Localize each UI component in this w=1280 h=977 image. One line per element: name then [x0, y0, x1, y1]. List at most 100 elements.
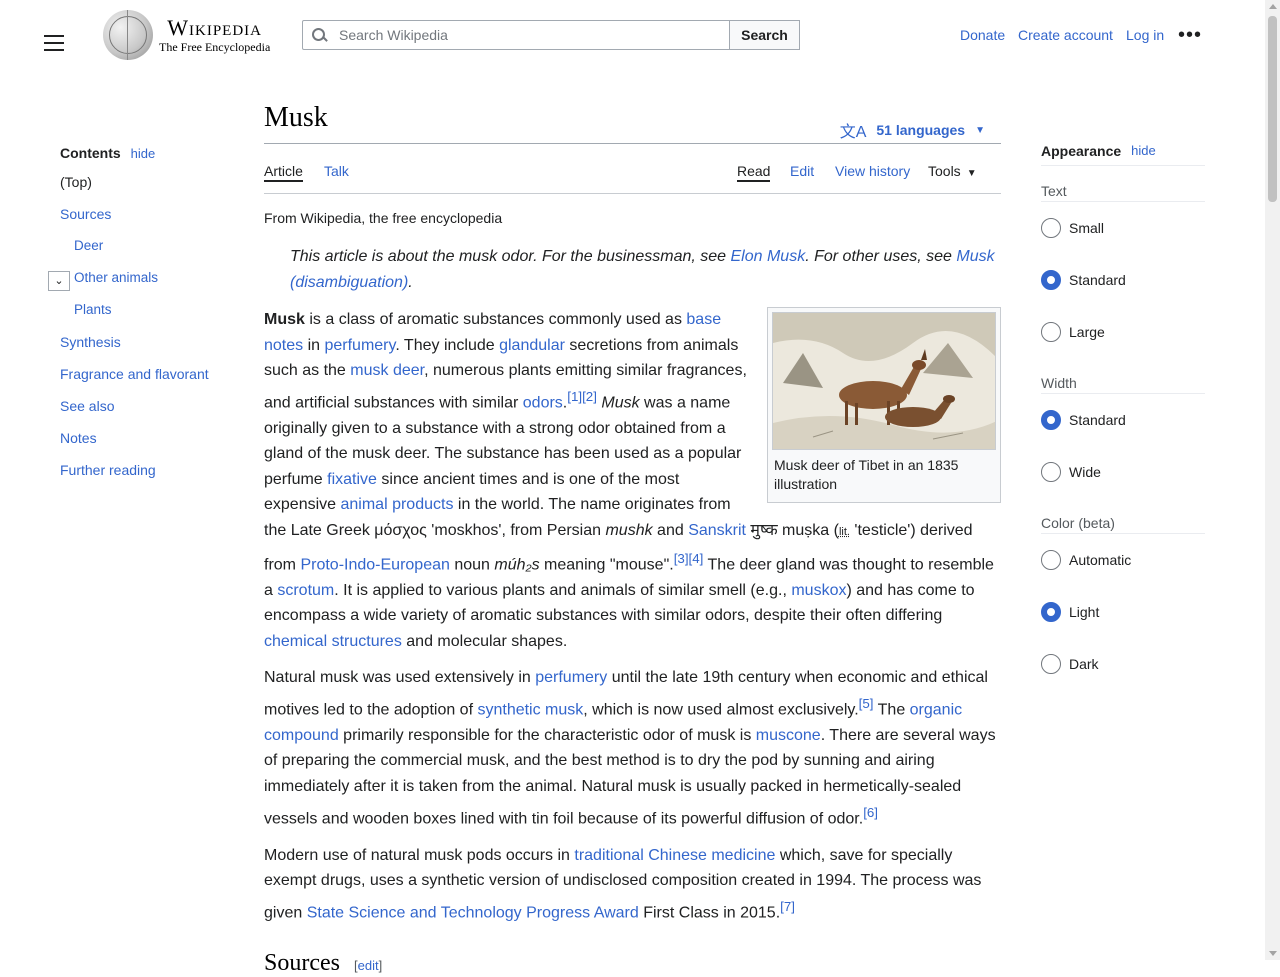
- page-scrollbar[interactable]: [1265, 0, 1280, 960]
- toc-title: Contents: [60, 145, 121, 161]
- appearance-title: Appearance: [1041, 142, 1122, 159]
- link-musk-deer[interactable]: musk deer: [350, 362, 424, 379]
- tab-talk[interactable]: Talk: [324, 160, 349, 182]
- appearance-hide-button[interactable]: hide: [1131, 143, 1171, 158]
- radio-selected-icon[interactable]: [1041, 602, 1061, 622]
- option-label: Large: [1069, 324, 1105, 340]
- link-traditional-chinese-medicine[interactable]: traditional Chinese medicine: [574, 847, 775, 864]
- text: 'testicle'): [849, 522, 916, 540]
- search-input[interactable]: [333, 22, 713, 48]
- link-chemical-structures[interactable]: chemical structures: [264, 633, 402, 650]
- create-account-link[interactable]: Create account: [1018, 26, 1113, 44]
- color-section: Color (beta): [1041, 512, 1205, 534]
- citation-2[interactable]: [2]: [582, 389, 597, 404]
- hatnote: This article is about the musk odor. For…: [290, 244, 1001, 296]
- appearance-panel: Appearance hide Text Small Standard Larg…: [1041, 140, 1205, 690]
- radio-icon[interactable]: [1041, 550, 1061, 570]
- toc-item-synthesis[interactable]: Synthesis: [60, 326, 224, 358]
- main-menu-button[interactable]: [40, 30, 68, 58]
- text-size-standard[interactable]: Standard: [1041, 254, 1205, 306]
- text: Modern use of natural musk pods occurs i…: [264, 846, 575, 864]
- toc-header: Contents hide: [60, 140, 224, 166]
- italic-term: mushk: [605, 522, 653, 540]
- text: Natural musk was used extensively in: [264, 669, 536, 687]
- tab-view-history[interactable]: View history: [835, 160, 910, 182]
- text: . It is applied to various plants and an…: [334, 581, 792, 599]
- option-label: Standard: [1069, 412, 1126, 428]
- toc-item-plants[interactable]: Plants: [60, 294, 224, 326]
- citation-3[interactable]: [3]: [674, 551, 689, 566]
- toc-item-other-animals[interactable]: Other animals: [60, 262, 224, 294]
- link-perfumery-2[interactable]: perfumery: [535, 669, 607, 686]
- wordmark-title: Wikipedia: [167, 15, 263, 40]
- menu-icon-bar: [44, 49, 64, 51]
- citation-4[interactable]: [4]: [689, 551, 704, 566]
- citation-7[interactable]: [7]: [780, 899, 795, 914]
- text: First Class in 2015.: [638, 904, 781, 922]
- scrollbar-thumb[interactable]: [1268, 16, 1277, 202]
- text-size-large[interactable]: Large: [1041, 306, 1205, 358]
- citation-6[interactable]: [6]: [863, 805, 878, 820]
- link-odors[interactable]: odors: [523, 394, 563, 411]
- link-scrotum[interactable]: scrotum: [277, 582, 334, 599]
- wikipedia-logo-link[interactable]: Wikipedia The Free Encyclopedia: [103, 10, 285, 60]
- menu-icon-bar: [44, 35, 64, 37]
- radio-selected-icon[interactable]: [1041, 270, 1061, 290]
- toc-item-see-also[interactable]: See also: [60, 390, 224, 422]
- toc-item-further-reading[interactable]: Further reading: [60, 454, 224, 486]
- tab-read[interactable]: Read: [737, 160, 771, 182]
- radio-icon[interactable]: [1041, 654, 1061, 674]
- link-synthetic-musk[interactable]: synthetic musk: [477, 701, 583, 718]
- languages-button[interactable]: 文A 51 languages ▼: [840, 118, 985, 142]
- link-muscone[interactable]: muscone: [756, 727, 821, 744]
- musk-deer-image[interactable]: [772, 312, 996, 450]
- text: . They include: [395, 336, 500, 354]
- link-muskox[interactable]: muskox: [791, 582, 846, 599]
- link-proto-indo-european[interactable]: Proto-Indo-European: [300, 556, 449, 573]
- page-tabs: Article Talk Read Edit View history Tool…: [264, 144, 1001, 194]
- toc-item-notes[interactable]: Notes: [60, 422, 224, 454]
- link-animal-products[interactable]: animal products: [341, 496, 454, 513]
- citation-5[interactable]: [5]: [859, 696, 874, 711]
- toc-item-sources[interactable]: Sources: [60, 198, 224, 230]
- scroll-up-arrow-icon[interactable]: [1269, 4, 1277, 9]
- tab-article[interactable]: Article: [264, 160, 303, 182]
- text: primarily responsible for the characteri…: [338, 726, 756, 744]
- link-fixative[interactable]: fixative: [327, 471, 377, 488]
- radio-icon[interactable]: [1041, 322, 1061, 342]
- radio-icon[interactable]: [1041, 462, 1061, 482]
- link-perfumery[interactable]: perfumery: [324, 337, 395, 354]
- link-elon-musk[interactable]: Elon Musk: [731, 248, 806, 265]
- scroll-down-arrow-icon[interactable]: [1269, 951, 1277, 956]
- toc-list: (Top) Sources ⌄ Deer Other animals Plant…: [48, 166, 224, 486]
- login-link[interactable]: Log in: [1126, 26, 1164, 44]
- search-button[interactable]: Search: [730, 20, 800, 50]
- color-automatic[interactable]: Automatic: [1041, 534, 1205, 586]
- languages-label: 51 languages: [876, 122, 966, 138]
- option-label: Automatic: [1069, 552, 1132, 568]
- color-dark[interactable]: Dark: [1041, 638, 1205, 690]
- text: The: [873, 701, 910, 719]
- toc-item-top[interactable]: (Top): [60, 166, 224, 198]
- link-state-science-award[interactable]: State Science and Technology Progress Aw…: [307, 904, 639, 921]
- link-sanskrit[interactable]: Sanskrit: [688, 522, 746, 539]
- width-standard[interactable]: Standard: [1041, 394, 1205, 446]
- toc-toggle-sources-chevron-icon[interactable]: ⌄: [48, 271, 70, 291]
- tab-edit[interactable]: Edit: [790, 160, 814, 182]
- search-box: [302, 20, 730, 50]
- width-wide[interactable]: Wide: [1041, 446, 1205, 498]
- toc-item-fragrance-and-flavorant[interactable]: Fragrance and flavorant: [60, 358, 224, 390]
- text: in: [303, 336, 325, 354]
- text-size-small[interactable]: Small: [1041, 202, 1205, 254]
- toc-hide-button[interactable]: hide: [131, 146, 171, 161]
- donate-link[interactable]: Donate: [960, 26, 1005, 44]
- more-options-button[interactable]: •••: [1178, 25, 1202, 48]
- tools-menu[interactable]: Tools ▼: [928, 160, 977, 182]
- link-glandular[interactable]: glandular: [499, 337, 565, 354]
- radio-icon[interactable]: [1041, 218, 1061, 238]
- radio-selected-icon[interactable]: [1041, 410, 1061, 430]
- color-light[interactable]: Light: [1041, 586, 1205, 638]
- citation-1[interactable]: [1]: [567, 389, 582, 404]
- literally-abbreviation: lit.: [838, 526, 850, 539]
- toc-item-deer[interactable]: Deer: [60, 230, 224, 262]
